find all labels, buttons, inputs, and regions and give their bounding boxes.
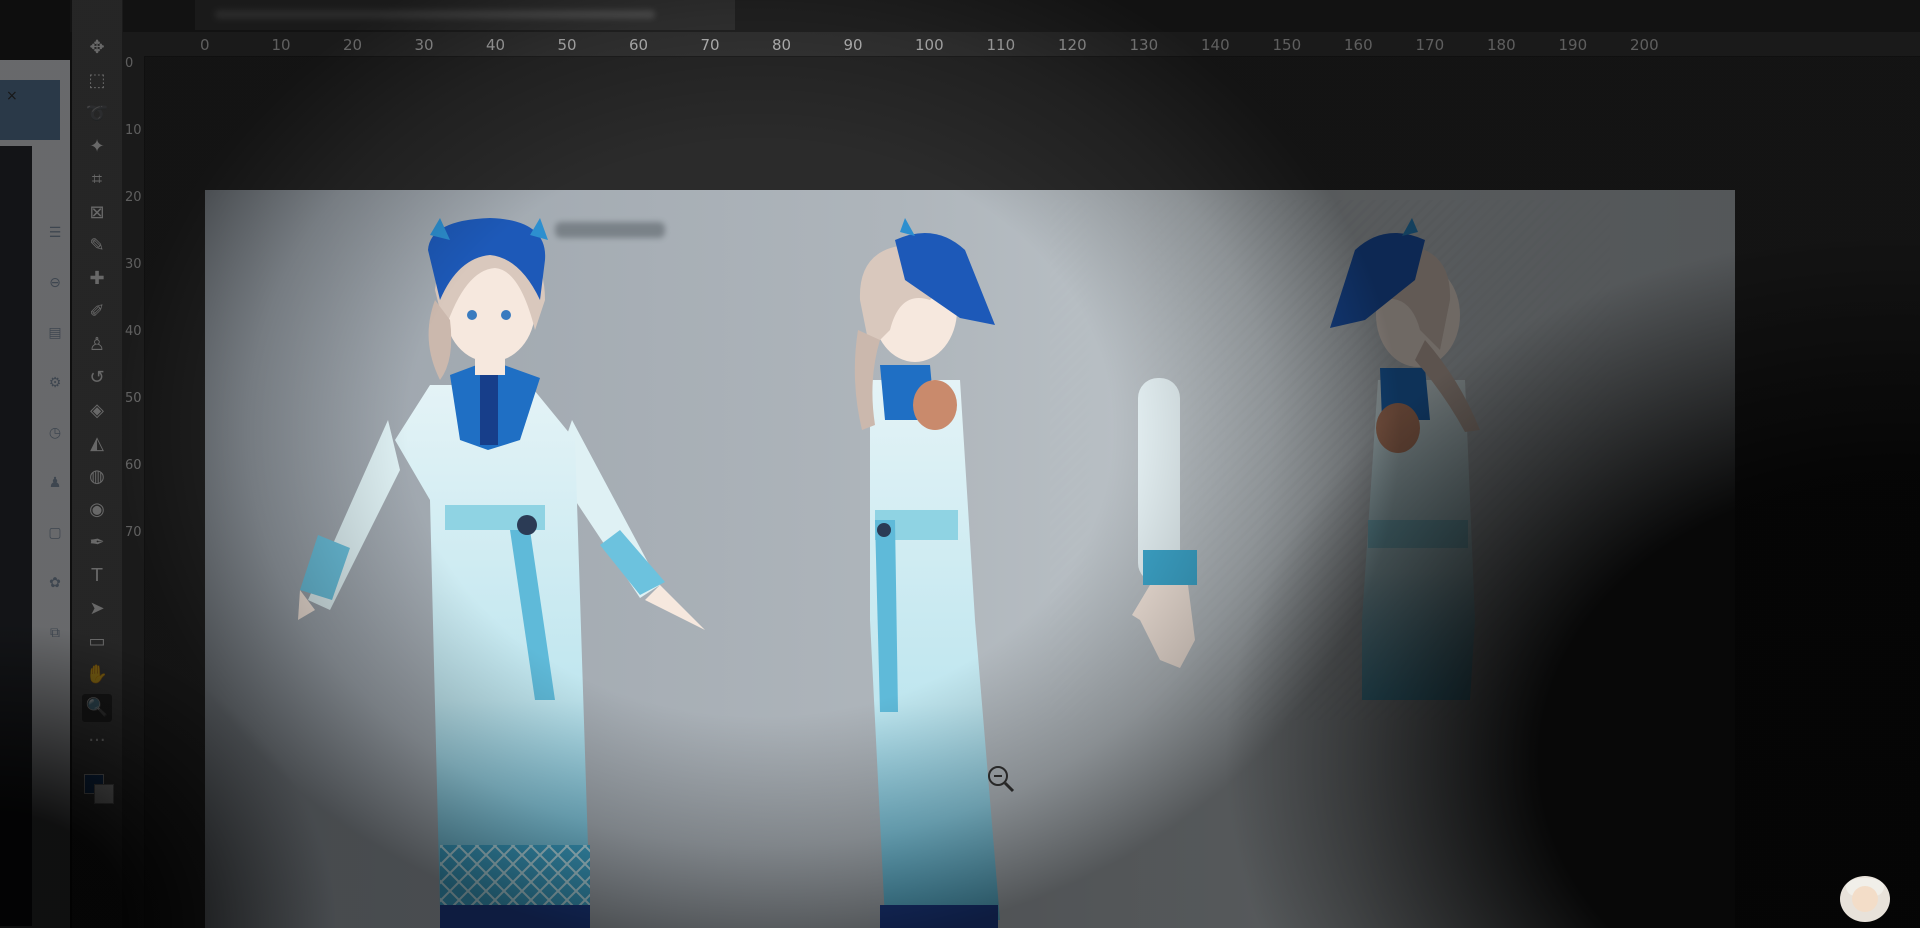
character-turnaround-artwork xyxy=(298,200,1610,928)
photoshop-screen: × ☰ ⊖ ▤ ⚙ ◷ ♟ ▢ ✿ ⧉ ✥ ⬚ ➰ ✦ ⌗ ⊠ ✎ ✚ ✐ ♙ ↺ ◈ ◭ ◍ ◉ ✒ T ➤ ▭ ✋… xyxy=(0,0,1920,928)
zoom-out-cursor xyxy=(988,766,1015,793)
background-hatching xyxy=(1050,200,1610,720)
front-view-figure xyxy=(298,218,705,928)
photoshop-window: × ☰ ⊖ ▤ ⚙ ◷ ♟ ▢ ✿ ⧉ ✥ ⬚ ➰ ✦ ⌗ ⊠ ✎ ✚ ✐ ♙ ↺ ◈ ◭ ◍ ◉ ✒ T ➤ ▭ ✋… xyxy=(0,0,1920,928)
side-view-figure xyxy=(854,218,1000,928)
channel-watermark-logo xyxy=(1840,876,1890,922)
